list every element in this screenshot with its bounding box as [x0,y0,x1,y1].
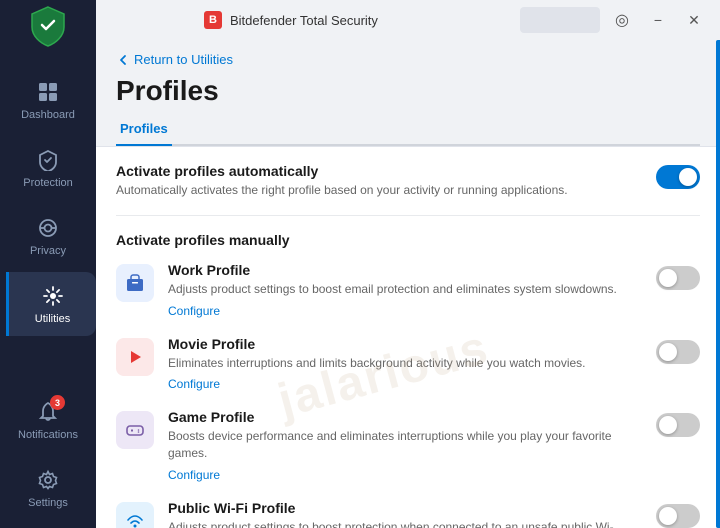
game-profile-desc: Boosts device performance and eliminates… [168,428,626,462]
protection-label: Protection [23,177,73,189]
wifi-profile-icon-wrap [116,502,154,528]
game-profile-name: Game Profile [168,409,626,425]
target-icon[interactable]: ◎ [608,6,636,34]
profile-item-work: Work Profile Adjusts product settings to… [116,262,700,320]
game-profile-toggle[interactable] [656,413,700,437]
utilities-label: Utilities [35,313,70,325]
tab-profiles[interactable]: Profiles [116,115,172,146]
game-profile-content: Game Profile Boosts device performance a… [168,409,626,484]
work-profile-name: Work Profile [168,262,626,278]
sidebar-item-settings[interactable]: Settings [7,456,89,520]
search-box [520,7,600,33]
movie-profile-icon [124,346,146,368]
work-profile-icon-wrap [116,264,154,302]
sidebar-item-utilities[interactable]: Utilities [6,272,96,336]
auto-activate-section: Activate profiles automatically Automati… [116,163,700,199]
movie-profile-icon-wrap [116,338,154,376]
auto-activate-text: Activate profiles automatically Automati… [116,163,640,199]
wifi-profile-toggle[interactable] [656,504,700,528]
page-header: Return to Utilities Profiles Profiles [96,40,720,146]
chevron-left-icon [116,53,130,67]
game-profile-icon-wrap [116,411,154,449]
movie-profile-content: Movie Profile Eliminates interruptions a… [168,336,626,394]
game-profile-icon [124,419,146,441]
scroll-accent [716,40,720,528]
settings-icon [35,467,61,493]
content-area: jalarious Activate profiles automaticall… [96,146,720,528]
profile-item-wifi: Public Wi-Fi Profile Adjusts product set… [116,500,700,528]
titlebar-title-area: B Bitdefender Total Security [204,11,378,29]
close-button[interactable]: ✕ [680,6,708,34]
sidebar-item-dashboard[interactable]: Dashboard [7,68,89,132]
profile-item-movie: Movie Profile Eliminates interruptions a… [116,336,700,394]
titlebar: B Bitdefender Total Security ◎ − ✕ [192,0,720,40]
app-logo [26,3,70,47]
movie-profile-toggle[interactable] [656,340,700,364]
protection-icon [35,147,61,173]
manual-activate-title: Activate profiles manually [116,232,700,248]
profile-item-game: Game Profile Boosts device performance a… [116,409,700,484]
sidebar-item-privacy[interactable]: Privacy [7,204,89,268]
auto-activate-title: Activate profiles automatically [116,163,640,179]
game-profile-configure[interactable]: Configure [168,468,220,482]
movie-profile-desc: Eliminates interruptions and limits back… [168,355,626,372]
movie-profile-configure[interactable]: Configure [168,377,220,391]
settings-label: Settings [28,497,68,509]
privacy-label: Privacy [30,245,66,257]
sidebar-item-notifications[interactable]: 3 Notifications [7,388,89,452]
bitdefender-logo: B [204,11,222,29]
tab-bar: Profiles [116,115,700,146]
wifi-profile-desc: Adjusts product settings to boost protec… [168,519,626,528]
main-area: Return to Utilities Profiles Profiles ja… [96,40,720,528]
app-title: Bitdefender Total Security [230,13,378,28]
wifi-profile-name: Public Wi-Fi Profile [168,500,626,516]
wifi-profile-icon [124,510,146,528]
back-link[interactable]: Return to Utilities [116,52,700,67]
sidebar-item-protection[interactable]: Protection [7,136,89,200]
dashboard-label: Dashboard [21,109,75,121]
utilities-icon [40,283,66,309]
titlebar-controls: ◎ − ✕ [520,6,708,34]
sidebar-nav: Dashboard Protection Privacy [0,68,96,336]
dashboard-icon [35,79,61,105]
sidebar: Dashboard Protection Privacy [0,0,96,528]
section-divider [116,215,700,216]
movie-profile-name: Movie Profile [168,336,626,352]
minimize-button[interactable]: − [644,6,672,34]
work-profile-icon [124,272,146,294]
notifications-badge: 3 [50,395,65,410]
sidebar-bottom: 3 Notifications Settings [0,388,96,520]
notifications-icon-wrap: 3 [35,399,61,425]
page-title: Profiles [116,75,700,107]
work-profile-toggle[interactable] [656,266,700,290]
privacy-icon [35,215,61,241]
work-profile-content: Work Profile Adjusts product settings to… [168,262,626,320]
work-profile-configure[interactable]: Configure [168,304,220,318]
auto-activate-toggle[interactable] [656,165,700,189]
notifications-label: Notifications [18,429,78,441]
wifi-profile-content: Public Wi-Fi Profile Adjusts product set… [168,500,626,528]
auto-activate-desc: Automatically activates the right profil… [116,182,640,199]
work-profile-desc: Adjusts product settings to boost email … [168,281,626,298]
